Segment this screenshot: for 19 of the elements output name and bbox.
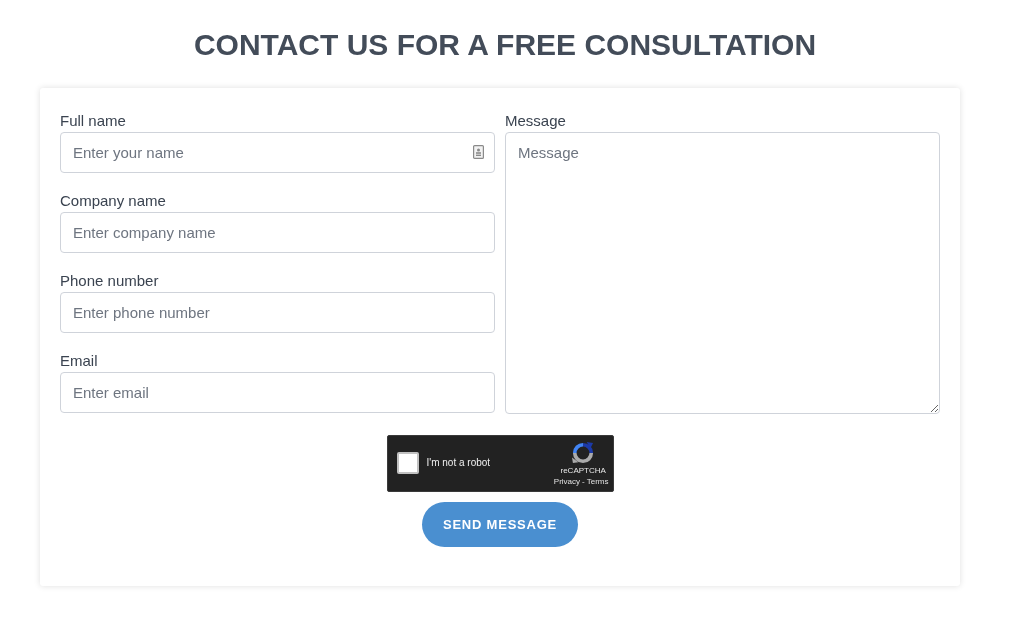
text-input-field[interactable]: Enter email bbox=[60, 372, 495, 413]
field-label: Full name bbox=[60, 112, 126, 130]
footer-link[interactable]: Privacy bbox=[553, 477, 581, 487]
text-input-field[interactable]: Enter your name bbox=[60, 132, 495, 173]
circular-arrows-icon bbox=[571, 442, 594, 464]
field-label: Company name bbox=[60, 192, 166, 210]
page-title: CONTACT US FOR A FREE CONSULTATION bbox=[193, 27, 817, 63]
field-label: Email bbox=[60, 352, 98, 370]
link-separator: - bbox=[582, 477, 585, 487]
text-input-field[interactable]: Enter company name bbox=[60, 212, 495, 253]
footer-link[interactable]: Terms bbox=[586, 477, 609, 487]
captcha-brand: reCAPTCHA bbox=[560, 466, 606, 476]
message-textarea[interactable]: Message bbox=[505, 132, 940, 414]
captcha-label: I'm not a robot bbox=[426, 457, 491, 469]
captcha-checkbox[interactable] bbox=[396, 452, 419, 474]
field-label: Message bbox=[505, 112, 566, 130]
field-label: Phone number bbox=[60, 272, 159, 290]
text-input-field[interactable]: Enter phone number bbox=[60, 292, 495, 333]
contact-card-icon[interactable] bbox=[473, 145, 484, 159]
